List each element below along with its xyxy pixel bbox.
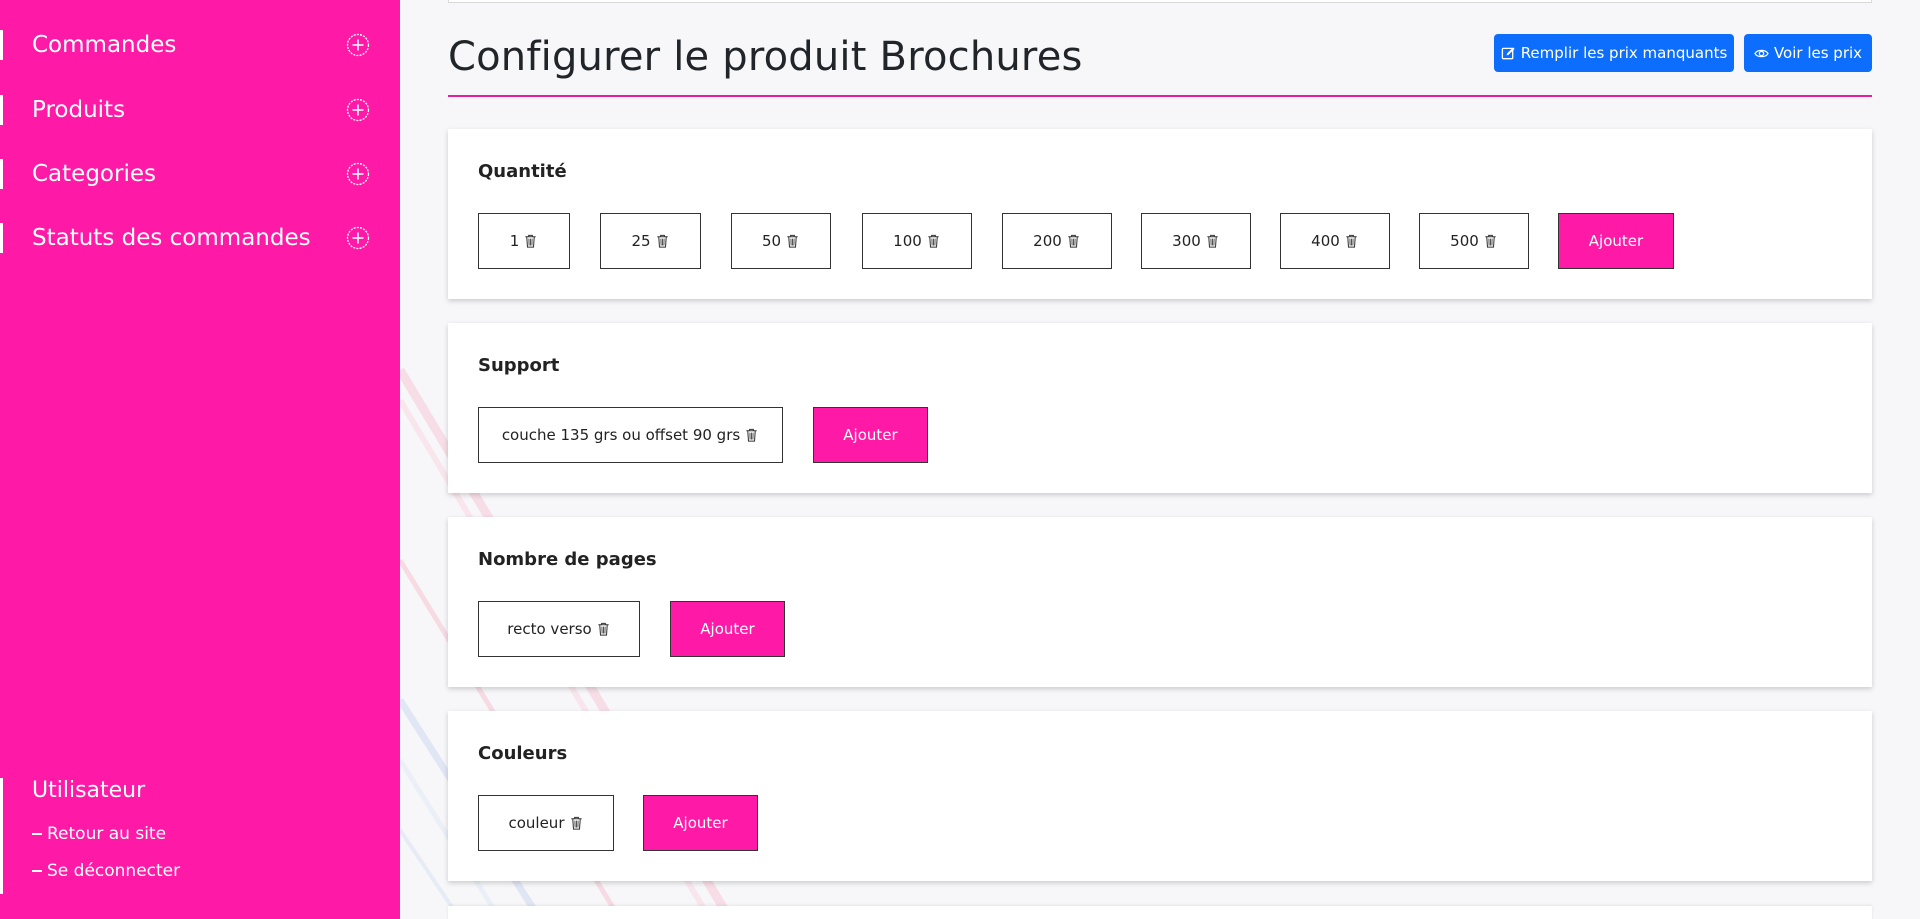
plus-circle-icon[interactable]	[346, 226, 370, 250]
fill-missing-prices-button[interactable]: Remplir les prix manquants	[1494, 34, 1734, 72]
section-couleurs: Couleurs couleur Ajouter	[448, 711, 1872, 881]
option-label: 25	[631, 232, 651, 250]
section-title: Quantité	[478, 161, 567, 182]
trash-icon[interactable]	[1066, 233, 1081, 249]
option-label: recto verso	[507, 620, 592, 638]
option-label: 500	[1450, 232, 1479, 250]
sidebar-item-commandes[interactable]: Commandes	[0, 22, 400, 68]
edit-icon	[1501, 46, 1515, 59]
trash-icon[interactable]	[596, 621, 611, 637]
option-chip: 100	[862, 213, 972, 269]
sidebar-item-categories[interactable]: Categories	[0, 151, 400, 197]
trash-icon[interactable]	[1205, 233, 1220, 249]
section-title: Couleurs	[478, 743, 568, 764]
add-support-button[interactable]: Ajouter	[813, 407, 928, 463]
sidebar-item-label: Commandes	[32, 32, 177, 58]
option-chip: couche 135 grs ou offset 90 grs	[478, 407, 783, 463]
title-divider	[448, 95, 1872, 97]
option-label: 100	[893, 232, 922, 250]
option-chip: 300	[1141, 213, 1251, 269]
trash-icon[interactable]	[926, 233, 941, 249]
option-chip: couleur	[478, 795, 614, 851]
section-support: Support couche 135 grs ou offset 90 grs …	[448, 323, 1872, 493]
section-quantite: Quantité 1 25 50 100 200 300 400 500 Ajo…	[448, 129, 1872, 299]
option-chip: 400	[1280, 213, 1390, 269]
user-menu: Utilisateur Retour au site Se déconnecte…	[0, 776, 400, 894]
trash-icon[interactable]	[785, 233, 800, 249]
previous-panel-edge	[448, 0, 1872, 3]
option-chip: 1	[478, 213, 570, 269]
option-label: 200	[1033, 232, 1062, 250]
eye-icon	[1754, 49, 1769, 57]
user-menu-title: Utilisateur	[32, 778, 146, 803]
section-title: Support	[478, 355, 560, 376]
section-title: Nombre de pages	[478, 549, 657, 570]
option-label: couleur	[508, 814, 565, 832]
add-couleurs-button[interactable]: Ajouter	[643, 795, 758, 851]
trash-icon[interactable]	[1344, 233, 1359, 249]
dash-icon	[32, 870, 42, 872]
option-chip: 25	[600, 213, 701, 269]
option-label: 50	[761, 232, 782, 250]
sidebar: Commandes Produits Categories Statuts de…	[0, 0, 400, 919]
main-content: Configurer le produit Brochures Remplir …	[448, 0, 1872, 919]
back-to-site-link[interactable]: Retour au site	[32, 824, 166, 844]
trash-icon[interactable]	[569, 815, 584, 831]
trash-icon[interactable]	[523, 233, 538, 249]
option-chip: 200	[1002, 213, 1112, 269]
next-section-card-edge	[448, 906, 1872, 919]
sidebar-item-label: Produits	[32, 97, 126, 123]
view-prices-label: Voir les prix	[1773, 44, 1863, 62]
trash-icon[interactable]	[1483, 233, 1498, 249]
sidebar-item-label: Statuts des commandes	[32, 225, 311, 251]
sidebar-item-produits[interactable]: Produits	[0, 87, 400, 133]
sidebar-item-label: Categories	[32, 161, 156, 187]
option-label: 1	[509, 232, 520, 250]
logout-label: Se déconnecter	[47, 861, 181, 881]
option-label: 300	[1172, 232, 1201, 250]
view-prices-button[interactable]: Voir les prix	[1744, 34, 1872, 72]
option-label: couche 135 grs ou offset 90 grs	[501, 426, 741, 444]
plus-circle-icon[interactable]	[346, 98, 370, 122]
option-label: 400	[1311, 232, 1340, 250]
plus-circle-icon[interactable]	[346, 33, 370, 57]
logout-link[interactable]: Se déconnecter	[32, 861, 180, 881]
add-quantite-button[interactable]: Ajouter	[1558, 213, 1674, 269]
trash-icon[interactable]	[655, 233, 670, 249]
option-chip: 500	[1419, 213, 1529, 269]
option-chip: recto verso	[478, 601, 640, 657]
add-nombre-de-pages-button[interactable]: Ajouter	[670, 601, 785, 657]
back-to-site-label: Retour au site	[47, 824, 167, 844]
section-nombre-de-pages: Nombre de pages recto verso Ajouter	[448, 517, 1872, 687]
plus-circle-icon[interactable]	[346, 162, 370, 186]
sidebar-item-statuts-des-commandes[interactable]: Statuts des commandes	[0, 215, 400, 261]
page-title: Configurer le produit Brochures	[448, 34, 1083, 80]
dash-icon	[32, 833, 42, 835]
option-chip: 50	[731, 213, 831, 269]
fill-missing-prices-label: Remplir les prix manquants	[1520, 44, 1728, 62]
trash-icon[interactable]	[744, 427, 759, 443]
